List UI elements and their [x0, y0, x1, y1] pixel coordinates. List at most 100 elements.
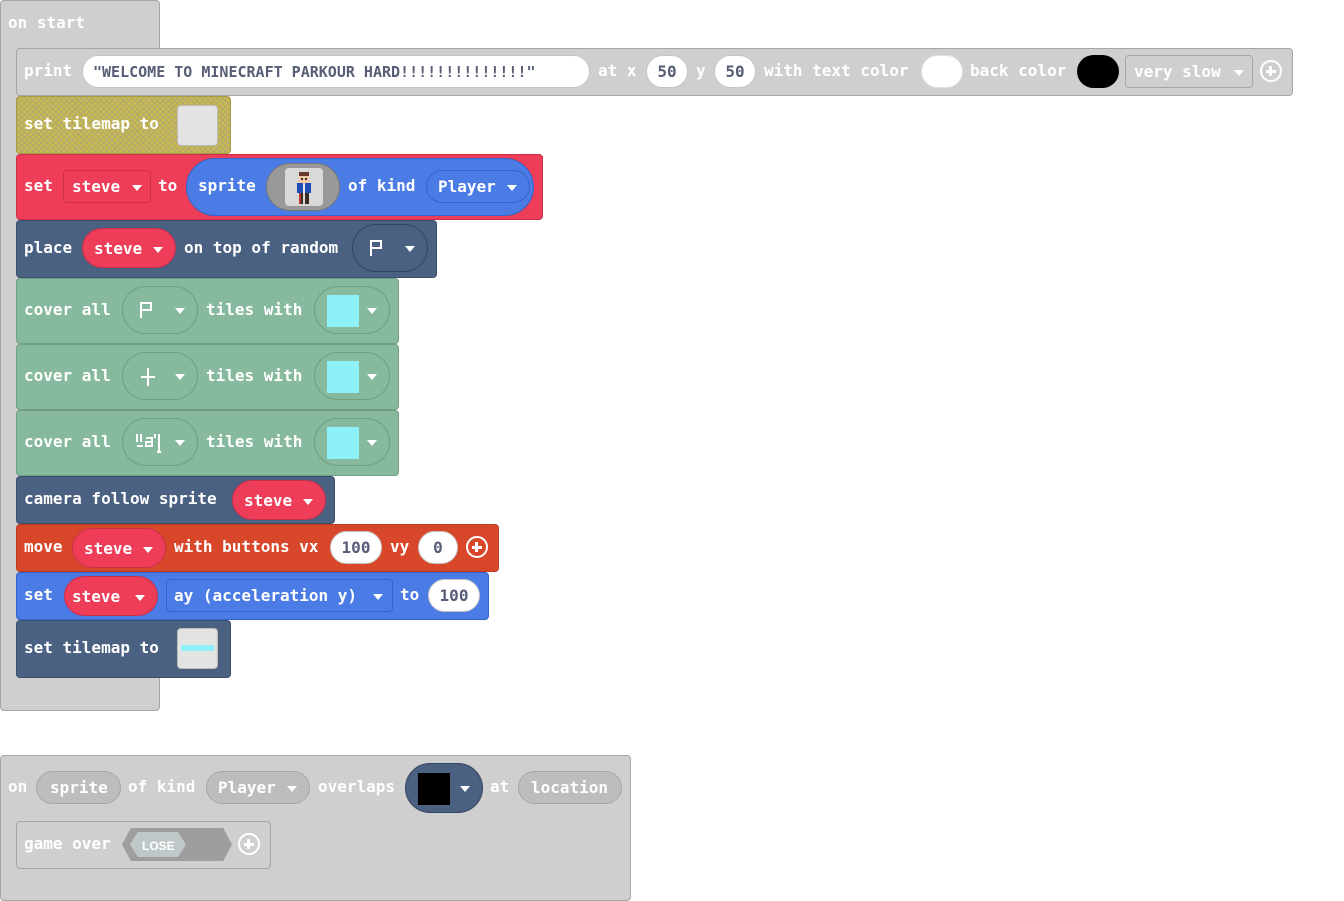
print-y-label: y: [696, 61, 706, 80]
tile-dropdown-flag[interactable]: [122, 286, 198, 334]
chevron-down-icon: [303, 499, 313, 505]
on-start-label: on start: [8, 13, 86, 32]
back-color-swatch[interactable]: [1077, 55, 1119, 88]
set-keyword: set: [24, 585, 53, 604]
variable-name: steve: [72, 177, 121, 196]
chevron-down-icon: [143, 547, 153, 553]
player-character-icon: [297, 172, 311, 204]
variable-name: steve: [94, 239, 143, 258]
chevron-down-icon: [153, 247, 163, 253]
sprite-keyword: sprite: [198, 176, 256, 195]
move-expand-plus-icon[interactable]: [466, 536, 488, 558]
camera-follow-label: camera follow sprite: [24, 489, 217, 508]
cyan-tile-swatch: [327, 361, 359, 393]
sprite-image-picker[interactable]: [266, 163, 340, 211]
print-y-input[interactable]: 50: [714, 55, 756, 88]
black-tile-swatch: [418, 773, 450, 805]
chevron-down-icon: [175, 308, 185, 314]
print-x-input[interactable]: 50: [646, 55, 688, 88]
overlaps-keyword: overlaps: [318, 777, 396, 796]
variable-dropdown-steve[interactable]: steve: [72, 528, 166, 568]
tile-dropdown-color[interactable]: [314, 286, 390, 334]
flag-tile-icon: [140, 302, 152, 318]
variable-name: steve: [244, 491, 293, 510]
tile-dropdown-flag[interactable]: [352, 224, 428, 272]
tilemap-preview[interactable]: [177, 628, 218, 669]
cover-all-label: cover all: [24, 366, 111, 385]
set-tilemap-label-2: set tilemap to: [24, 638, 159, 657]
place-keyword: place: [24, 238, 73, 257]
sprite-param[interactable]: sprite: [36, 771, 121, 804]
to-keyword: to: [158, 176, 178, 195]
tile-dropdown-cross[interactable]: [122, 352, 198, 400]
speed-value: very slow: [1134, 62, 1221, 81]
variable-dropdown-steve[interactable]: steve: [63, 170, 151, 203]
vx-input[interactable]: 100: [330, 531, 382, 564]
variable-dropdown-steve[interactable]: steve: [232, 480, 326, 520]
chevron-down-icon: [507, 185, 517, 191]
kind-dropdown-player[interactable]: Player: [426, 170, 530, 203]
speed-dropdown[interactable]: very slow: [1125, 55, 1253, 88]
on-keyword: on: [8, 777, 28, 796]
at-keyword: at: [490, 777, 510, 796]
chevron-down-icon: [367, 440, 377, 446]
chevron-down-icon: [287, 786, 297, 792]
kind-value: Player: [218, 778, 276, 797]
chevron-down-icon: [1234, 70, 1244, 76]
chevron-down-icon: [135, 595, 145, 601]
chevron-down-icon: [132, 185, 142, 191]
vy-label: vy: [390, 537, 410, 556]
cross-tile-icon: [141, 368, 155, 386]
tile-dropdown-text[interactable]: [122, 418, 198, 466]
print-at-x-label: at x: [598, 61, 637, 80]
kind-value: Player: [438, 177, 496, 196]
chevron-down-icon: [405, 246, 415, 252]
variable-name: steve: [72, 587, 121, 606]
chevron-down-icon: [373, 594, 383, 600]
tile-dropdown-black[interactable]: [405, 763, 483, 813]
text-color-swatch[interactable]: [921, 55, 963, 88]
chevron-down-icon: [175, 374, 185, 380]
game-over-label: game over: [24, 834, 111, 853]
kind-dropdown-player[interactable]: Player: [206, 771, 310, 804]
text-tile-icon: [136, 434, 161, 453]
chevron-down-icon: [367, 308, 377, 314]
tile-dropdown-color[interactable]: [314, 352, 390, 400]
cyan-tile-swatch: [327, 295, 359, 327]
tilemap-preview-empty[interactable]: [177, 105, 218, 146]
property-value: ay (acceleration y): [174, 586, 358, 605]
variable-dropdown-steve[interactable]: steve: [82, 228, 176, 268]
tiles-with-label: tiles with: [206, 366, 303, 385]
location-param[interactable]: location: [518, 771, 622, 804]
to-keyword: to: [400, 585, 420, 604]
variable-name: steve: [84, 539, 133, 558]
vy-input[interactable]: 0: [418, 531, 458, 564]
game-over-expand-plus-icon[interactable]: [238, 833, 260, 855]
print-keyword: print: [24, 61, 73, 80]
property-dropdown[interactable]: ay (acceleration y): [166, 579, 393, 612]
chevron-down-icon: [367, 374, 377, 380]
with-buttons-vx-label: with buttons vx: [174, 537, 319, 556]
flag-tile-icon: [370, 240, 382, 256]
cover-all-label: cover all: [24, 300, 111, 319]
print-text-input[interactable]: "WELCOME TO MINECRAFT PARKOUR HARD!!!!!!…: [82, 55, 590, 88]
of-kind-keyword: of kind: [128, 777, 196, 796]
of-kind-keyword: of kind: [348, 176, 416, 195]
on-top-label: on top of random: [184, 238, 339, 257]
move-keyword: move: [24, 537, 63, 556]
back-color-label: back color: [970, 61, 1067, 80]
sprite-thumbnail: [285, 168, 323, 206]
tiles-with-label: tiles with: [206, 300, 303, 319]
tilemap-strip: [181, 645, 214, 651]
tile-dropdown-color[interactable]: [314, 418, 390, 466]
variable-dropdown-steve[interactable]: steve: [64, 576, 158, 616]
lose-label: LOSE: [142, 839, 175, 853]
accel-value-input[interactable]: 100: [428, 579, 480, 612]
print-expand-plus-icon[interactable]: [1260, 60, 1282, 82]
chevron-down-icon: [460, 786, 470, 792]
set-tilemap-label-1: set tilemap to: [24, 114, 159, 133]
cyan-tile-swatch: [327, 427, 359, 459]
tiles-with-label: tiles with: [206, 432, 303, 451]
text-color-label: with text color: [764, 61, 909, 80]
chevron-down-icon: [175, 440, 185, 446]
